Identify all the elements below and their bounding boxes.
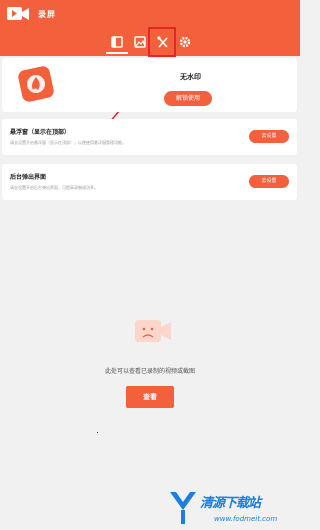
background-popup-settings-button[interactable]: 去设置 — [249, 175, 289, 188]
empty-recording-icon — [135, 320, 171, 342]
background-popup-setting-card: 后台弹出界面 请去设置开启后台弹出界面，可提高录制成功率。 去设置 — [2, 164, 297, 200]
stray-dot — [97, 432, 98, 433]
site-watermark-name: 清源下载站 — [200, 496, 261, 511]
no-watermark-card: 无水印 解锁使用 — [2, 58, 297, 112]
site-watermark-logo-icon — [170, 492, 196, 524]
site-watermark-url: www.fodmeit.com — [214, 515, 278, 523]
unlock-button[interactable]: 解锁使用 — [164, 91, 212, 106]
view-recordings-button[interactable]: 查看 — [126, 386, 174, 408]
float-window-settings-button[interactable]: 去设置 — [249, 130, 289, 143]
flame-badge-icon — [18, 66, 54, 102]
empty-state-message: 此处可以查看已录制的视频或截图 — [104, 368, 195, 375]
setting-description: 请去设置开启悬浮窗（显示在顶部），以便使用悬浮窗管理功能。 — [10, 140, 126, 145]
float-window-setting-card: 悬浮窗（显示在顶部） 请去设置开启悬浮窗（显示在顶部），以便使用悬浮窗管理功能。… — [2, 119, 297, 155]
setting-description: 请去设置开启后台弹出界面，可提高录制成功率。 — [10, 185, 98, 190]
no-watermark-title: 无水印 — [180, 73, 201, 81]
setting-title: 后台弹出界面 — [10, 174, 47, 181]
setting-title: 悬浮窗（显示在顶部） — [10, 129, 71, 136]
